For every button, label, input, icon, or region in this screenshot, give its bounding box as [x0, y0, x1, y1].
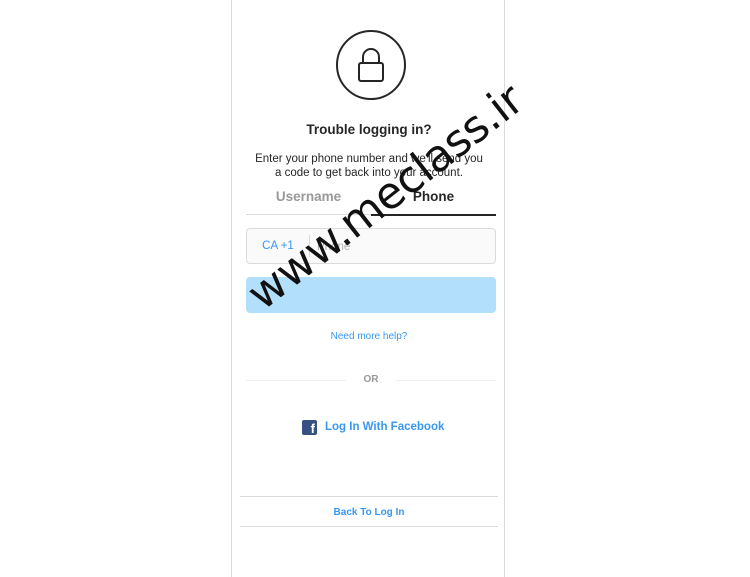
- back-to-login-link[interactable]: Back To Log In: [240, 497, 498, 526]
- facebook-login-button[interactable]: f Log In With Facebook: [302, 418, 444, 436]
- lock-icon: [336, 30, 406, 100]
- bottom-bar: Back To Log In: [240, 496, 498, 527]
- divider-line-left: [246, 380, 346, 381]
- need-help-link[interactable]: Need more help?: [232, 331, 506, 342]
- or-divider: OR: [363, 374, 379, 385]
- facebook-icon: f: [302, 419, 317, 435]
- divider-line-right: [396, 380, 496, 381]
- facebook-login-label: Log In With Facebook: [325, 421, 445, 433]
